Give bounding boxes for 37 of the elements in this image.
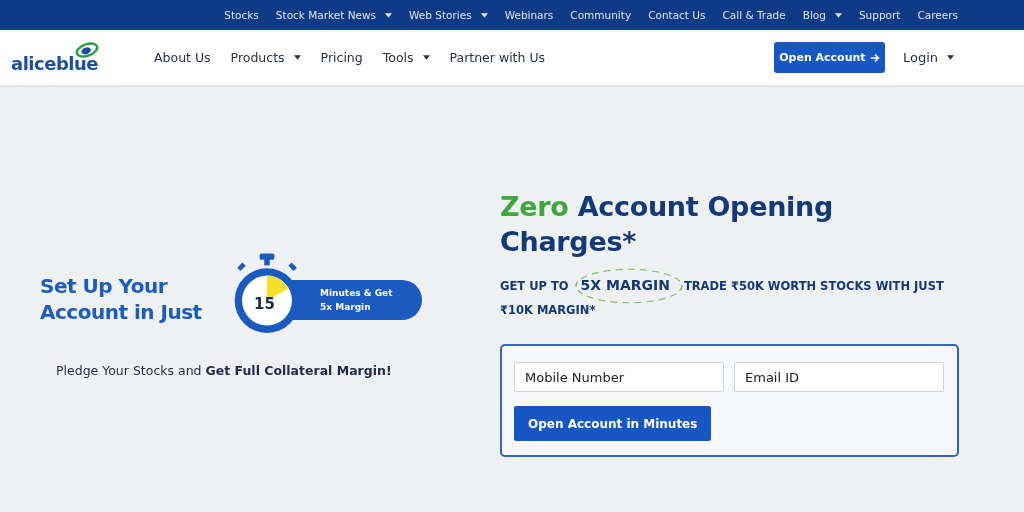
open-account-button[interactable]: Open Account — [773, 42, 885, 73]
caret-icon[interactable] — [385, 12, 393, 18]
input-field[interactable]: Email ID — [734, 362, 944, 392]
logo-text[interactable]: aliceblue — [11, 53, 98, 74]
top-nav-link[interactable]: Web Stories — [409, 9, 472, 21]
top-nav-link[interactable]: Stock Market News — [275, 9, 377, 21]
promo-heading: Set Up Your Account in Just — [40, 273, 203, 325]
top-nav-link[interactable]: Webinars — [504, 9, 554, 21]
top-nav-link[interactable]: Call & Trade — [722, 9, 786, 21]
caret-icon[interactable] — [947, 55, 954, 60]
caret-icon[interactable] — [293, 55, 301, 60]
nav-link[interactable]: Partner with Us — [449, 50, 546, 65]
nav-link[interactable]: About Us — [154, 50, 211, 65]
top-nav-link[interactable]: Blog — [802, 9, 826, 21]
top-nav-link[interactable]: Community — [570, 9, 632, 21]
nav-link[interactable]: Tools — [382, 50, 414, 65]
caret-icon[interactable] — [834, 12, 842, 18]
top-nav-link[interactable]: Support — [858, 9, 901, 21]
input-field[interactable]: Mobile Number — [514, 362, 724, 392]
offer-title: Zero Account Opening Charges* — [500, 190, 834, 259]
caret-icon[interactable] — [480, 12, 488, 18]
pledge-text: Pledge Your Stocks and Get Full Collateral Margin! — [56, 363, 393, 378]
arrow-icon — [869, 52, 880, 63]
timer-number: 15 — [254, 295, 275, 313]
offer-detail: TRADE ₹50K WORTH STOCKS WITH JUST — [683, 277, 944, 295]
nav-link[interactable]: Pricing — [320, 50, 363, 65]
offer-lead: GET UP TO — [500, 277, 569, 295]
top-nav-link[interactable]: Stocks — [224, 9, 259, 21]
nav-link[interactable]: Products — [230, 50, 285, 65]
margin-highlight: 5X MARGIN — [580, 277, 670, 293]
top-nav-link[interactable]: Careers — [917, 9, 958, 21]
login-link[interactable]: Login — [902, 50, 938, 65]
caret-icon[interactable] — [422, 55, 430, 60]
promo-pill: Minutes & Get 5x Margin — [292, 280, 422, 320]
top-nav-link[interactable]: Contact Us — [648, 9, 706, 21]
offer-detail: ₹10K MARGIN* — [500, 302, 596, 319]
submit-button[interactable]: Open Account in Minutes — [514, 406, 712, 441]
